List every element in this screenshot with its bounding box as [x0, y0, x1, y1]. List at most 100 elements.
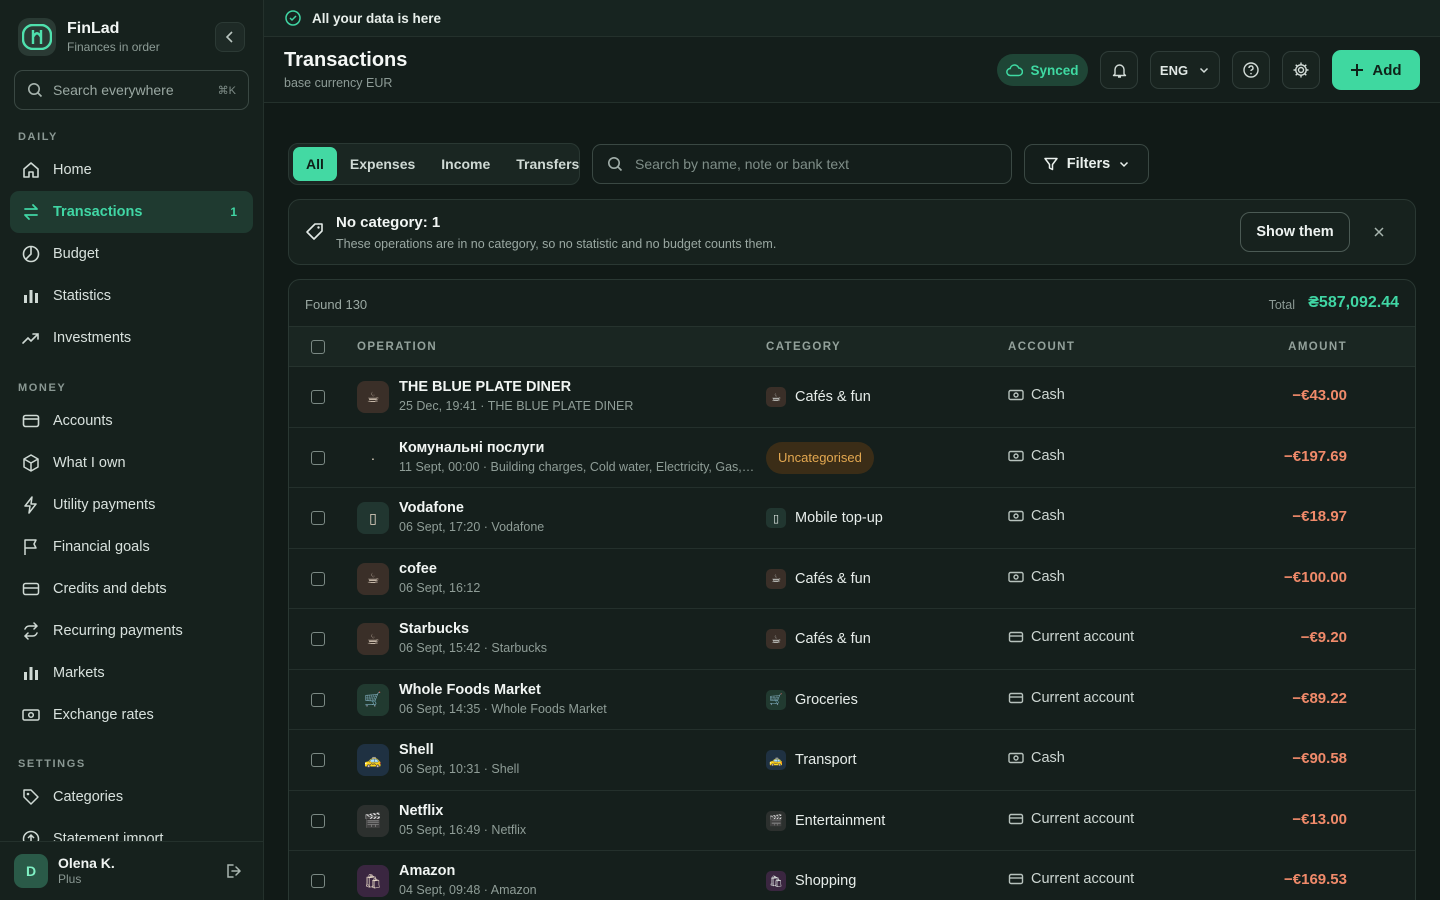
user-profile[interactable]: D Olena K. Plus [0, 841, 263, 900]
language-select[interactable]: ENG [1150, 51, 1220, 89]
row-checkbox[interactable] [311, 511, 325, 525]
operation-name: Vodafone [399, 500, 464, 516]
row-amount: −€100.00 [1284, 568, 1347, 586]
home-icon [20, 159, 42, 181]
sidebar-item-what-i-own[interactable]: What I own [10, 442, 253, 484]
filter-icon [1043, 156, 1059, 172]
operation-icon: 🛒 [357, 683, 389, 716]
operation-icon: ▯ [357, 502, 389, 534]
operation-name: Shell [399, 742, 434, 758]
table-row[interactable]: · Комунальні послуги 11 Sept, 00:00 · Buil… [289, 428, 1415, 488]
operation-meta: 25 Dec, 19:41 · THE BLUE PLATE DINER [399, 399, 634, 413]
tab-expenses[interactable]: Expenses [337, 147, 428, 181]
table-row[interactable]: 🛒 Whole Foods Market 06 Sept, 14:35 · Whol… [289, 670, 1415, 730]
row-category[interactable]: 🚕 Transport [766, 750, 857, 770]
column-amount[interactable]: AMOUNT [1288, 341, 1347, 353]
sidebar-item-statistics[interactable]: Statistics [10, 275, 253, 317]
transfer-arrows-icon [20, 201, 42, 223]
alert-text: These operations are in no category, so … [336, 237, 777, 251]
table-row[interactable]: ▯ Vodafone 06 Sept, 17:20 · Vodafone ▯ Mobil… [289, 488, 1415, 549]
table-row[interactable]: ☕ cofee 06 Sept, 16:12 ☕ Cafés & fun Cash −€10… [289, 549, 1415, 609]
table-row[interactable]: 🛍 Amazon 04 Sept, 09:48 · Amazon 🛍 Shopping C… [289, 851, 1415, 900]
add-transaction-button[interactable]: Add [1332, 50, 1420, 90]
row-checkbox[interactable] [311, 390, 325, 404]
select-all-checkbox[interactable] [311, 340, 325, 354]
row-checkbox[interactable] [311, 874, 325, 888]
brand[interactable]: FinLad Finances in order [18, 18, 160, 56]
row-checkbox[interactable] [311, 692, 325, 707]
row-category[interactable]: 🛍 Shopping [766, 871, 856, 891]
tab-transfers[interactable]: Transfers [503, 147, 592, 181]
global-search-input[interactable]: Search everywhere ⌘K [14, 70, 249, 110]
wallet-icon [20, 410, 42, 432]
sidebar-item-home[interactable]: Home [10, 149, 253, 191]
row-category[interactable]: ☕ Cafés & fun [766, 629, 871, 649]
search-shortcut: ⌘K [217, 84, 236, 97]
sidebar-item-exchange-rates[interactable]: Exchange rates [10, 694, 253, 736]
sidebar-item-transactions[interactable]: Transactions 1 [10, 191, 253, 233]
sidebar-item-credits-and-debts[interactable]: Credits and debts [10, 568, 253, 610]
sidebar-item-label: Credits and debts [53, 581, 167, 597]
table-row[interactable]: ☕ Starbucks 06 Sept, 15:42 · Starbucks ☕ Caf… [289, 609, 1415, 670]
user-name: Olena K. [58, 855, 115, 871]
chevron-left-icon [223, 30, 237, 44]
sidebar-item-investments[interactable]: Investments [10, 317, 253, 359]
sidebar-item-accounts[interactable]: Accounts [10, 400, 253, 442]
row-checkbox[interactable] [311, 813, 325, 828]
column-account[interactable]: ACCOUNT [1008, 341, 1075, 353]
help-button[interactable] [1232, 51, 1270, 89]
row-checkbox[interactable] [311, 450, 325, 465]
collapse-sidebar-button[interactable] [215, 22, 245, 52]
filters-button[interactable]: Filters [1024, 144, 1149, 184]
nav-section-settings: SETTINGS [18, 758, 86, 770]
close-icon[interactable] [1373, 226, 1385, 238]
banknote-icon [20, 704, 42, 726]
sidebar: FinLad Finances in order Search everywhe… [0, 0, 264, 900]
row-checkbox[interactable] [311, 571, 325, 586]
row-checkbox[interactable] [311, 632, 325, 646]
row-category[interactable]: ☕ Cafés & fun [766, 568, 871, 589]
sidebar-item-markets[interactable]: Markets [10, 652, 253, 694]
tab-all[interactable]: All [293, 147, 337, 181]
transaction-search-input[interactable]: Search by name, note or bank text [592, 144, 1012, 184]
operation-icon: · [370, 449, 376, 466]
operation-icon: ☕ [357, 381, 389, 413]
settings-button[interactable] [1282, 51, 1320, 89]
sidebar-item-utility-payments[interactable]: Utility payments [10, 484, 253, 526]
table-row[interactable]: 🚕 Shell 06 Sept, 10:31 · Shell 🚕 Transport Ca… [289, 730, 1415, 791]
sidebar-item-categories[interactable]: Categories [10, 776, 253, 818]
column-category[interactable]: CATEGORY [766, 341, 841, 353]
table-row[interactable]: ☕ THE BLUE PLATE DINER 25 Dec, 19:41 · THE… [289, 367, 1415, 428]
row-category[interactable]: 🛒 Groceries [766, 689, 858, 710]
operation-icon: ☕ [357, 562, 389, 595]
row-account: Cash [1008, 448, 1065, 464]
logout-icon[interactable] [225, 862, 243, 880]
row-category[interactable]: ▯ Mobile top-up [766, 508, 883, 528]
search-icon [27, 82, 43, 98]
sidebar-item-label: What I own [53, 455, 126, 471]
category-icon: ☕ [766, 629, 786, 649]
sync-status-badge[interactable]: Synced [997, 54, 1088, 86]
table-row[interactable]: 🎬 Netflix 05 Sept, 16:49 · Netflix 🎬 Enterta… [289, 791, 1415, 851]
total-value: ₴587,092.44 [1308, 294, 1399, 311]
global-search-placeholder: Search everywhere [53, 82, 174, 98]
column-operation[interactable]: OPERATION [357, 341, 437, 353]
sidebar-item-budget[interactable]: Budget [10, 233, 253, 275]
sidebar-item-label: Home [53, 162, 92, 178]
tab-income[interactable]: Income [428, 147, 503, 181]
sidebar-item-financial-goals[interactable]: Financial goals [10, 526, 253, 568]
page-header: Transactions base currency EUR Synced EN… [264, 37, 1440, 103]
account-label: Current account [1031, 629, 1135, 645]
filters-label: Filters [1066, 156, 1111, 172]
uncategorised-badge[interactable]: Uncategorised [766, 441, 874, 474]
brand-name: FinLad [67, 20, 120, 37]
notifications-button[interactable] [1100, 51, 1138, 89]
row-category[interactable]: ☕ Cafés & fun [766, 387, 871, 407]
row-checkbox[interactable] [311, 753, 325, 767]
operation-name: Whole Foods Market [399, 681, 541, 698]
show-uncategorised-button[interactable]: Show them [1240, 212, 1350, 252]
check-circle-icon [285, 10, 301, 26]
operation-meta: 06 Sept, 10:31 · Shell [399, 762, 520, 776]
row-category[interactable]: 🎬 Entertainment [766, 810, 885, 831]
sidebar-item-recurring-payments[interactable]: Recurring payments [10, 610, 253, 652]
